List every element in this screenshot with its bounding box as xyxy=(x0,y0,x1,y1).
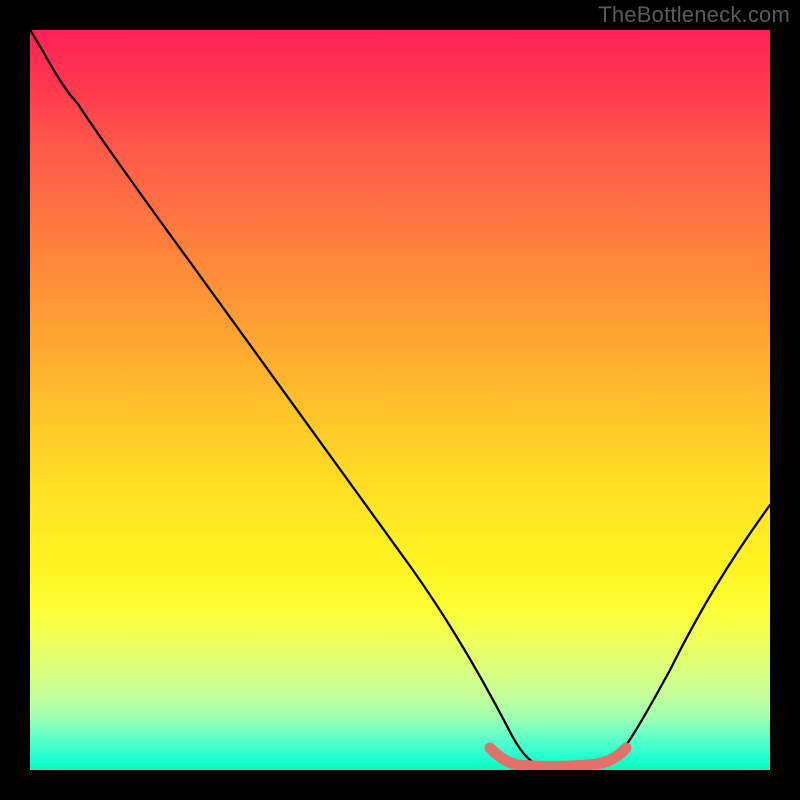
plot-frame xyxy=(30,30,770,770)
curve-svg xyxy=(30,30,770,770)
bottleneck-curve-path xyxy=(30,30,770,766)
watermark-text: TheBottleneck.com xyxy=(598,2,790,28)
chart-container: TheBottleneck.com xyxy=(0,0,800,800)
highlight-minimum-path xyxy=(490,748,626,766)
